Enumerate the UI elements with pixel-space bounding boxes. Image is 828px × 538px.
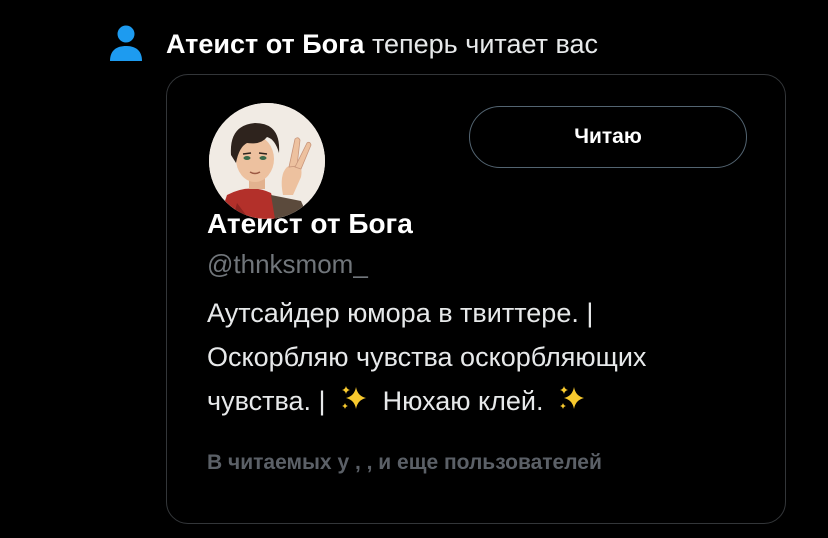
bio-text: Нюхаю клей. bbox=[382, 386, 544, 416]
notification-text: Атеист от Бога теперь читает вас bbox=[166, 28, 598, 60]
user-display-name[interactable]: Атеист от Бога bbox=[207, 207, 413, 241]
bio-line: чувства. | Нюхаю клей. bbox=[207, 379, 767, 423]
notification-action: теперь читает вас bbox=[371, 29, 599, 59]
following-button[interactable]: Читаю bbox=[469, 106, 747, 168]
avatar-image bbox=[209, 103, 325, 219]
notification-user-name[interactable]: Атеист от Бога bbox=[166, 29, 364, 59]
user-bio: Аутсайдер юмора в твиттере. | Оскорбляю … bbox=[207, 291, 767, 423]
bio-line: Аутсайдер юмора в твиттере. | bbox=[207, 298, 594, 328]
user-card[interactable]: Читаю Атеист от Бога @thnksmom_ Аутсайде… bbox=[166, 74, 786, 524]
followed-by-text[interactable]: В читаемых у , , и еще пользователей bbox=[207, 451, 602, 475]
bio-line: Оскорбляю чувства оскорбляющих bbox=[207, 342, 647, 372]
avatar[interactable] bbox=[209, 103, 325, 219]
user-handle[interactable]: @thnksmom_ bbox=[207, 248, 368, 280]
sparkles-icon bbox=[559, 386, 584, 409]
sparkles-icon bbox=[342, 386, 367, 409]
person-icon bbox=[110, 25, 142, 61]
bio-text: чувства. | bbox=[207, 386, 326, 416]
notification-header: Атеист от Бога теперь читает вас bbox=[108, 14, 598, 74]
